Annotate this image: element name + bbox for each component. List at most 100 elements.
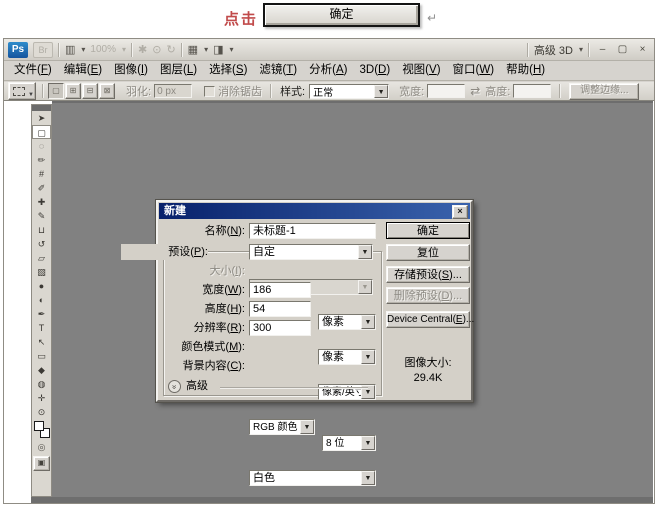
workspace-switcher[interactable]: 高级 3D [534,42,573,58]
resolution-label: 分辨率(R): [158,320,245,336]
background-contents-label: 背景内容(C): [158,358,245,374]
history-brush-tool[interactable]: ↺ [32,237,51,251]
divider [181,43,183,57]
rectangular-marquee-tool[interactable]: ▢ [32,125,51,139]
width-field[interactable] [427,84,465,98]
move-tool[interactable]: ➤ [32,111,51,125]
screen-mode-button[interactable]: ▣ [33,456,50,471]
blur-tool[interactable]: ● [32,279,51,293]
dialog-title-bar: 新建 [159,203,470,219]
menu-view[interactable]: 视图(V) [396,61,446,80]
eyedropper-tool[interactable]: ✐ [32,181,51,195]
quick-selection-tool[interactable]: ✏ [32,153,51,167]
tool-preset-picker[interactable]: ▼ [8,82,36,100]
shape-tool[interactable]: ▭ [32,349,51,363]
quick-mask-button[interactable]: ◎ [32,441,51,454]
chevron-down-icon[interactable]: ▼ [361,350,375,364]
divider [58,43,60,57]
dialog-close-button[interactable]: × [452,205,468,219]
arrange-documents-icon[interactable]: ▦ [188,42,198,58]
window-bottom-edge [31,497,653,503]
advanced-toggle-button[interactable]: » [168,380,181,393]
style-dropdown[interactable]: 正常 ▼ [309,84,389,99]
advanced-label: 高级 [186,379,208,394]
bit-depth-dropdown[interactable]: 8 位▼ [322,435,376,451]
type-tool[interactable]: T [32,321,51,335]
chevron-down-icon[interactable]: ▼ [300,420,314,434]
name-input[interactable]: 未标题-1 [249,223,376,239]
width-label: 宽度: [399,83,424,99]
chevron-down-icon[interactable]: ▼ [361,315,375,329]
height-input[interactable]: 54 [249,301,311,317]
resolution-input[interactable]: 300 [249,320,311,336]
healing-brush-tool[interactable]: ✚ [32,195,51,209]
tool-palette: ➤▢◌✏#✐✚✎⊔↺▱▧●◐✒T↖▭◆◍✛⊙ ◎ ▣ [31,104,52,497]
menu-image[interactable]: 图像(I) [108,61,154,80]
divider [559,84,561,98]
divider [527,43,529,57]
menu-layer[interactable]: 图层(L) [154,61,203,80]
menu-bar: 文件(F)编辑(E)图像(I)图层(L)选择(S)滤镜(T)分析(A)3D(D)… [4,61,654,81]
3d-rotate-tool[interactable]: ◆ [32,363,51,377]
3d-orbit-tool[interactable]: ◍ [32,377,51,391]
menu-help[interactable]: 帮助(H) [500,61,551,80]
gradient-tool[interactable]: ▧ [32,265,51,279]
foreground-color-swatch[interactable] [34,421,44,431]
subtract-selection-button[interactable]: ⊟ [82,83,98,99]
menu-3d[interactable]: 3D(D) [354,61,397,80]
width-unit-dropdown[interactable]: 像素▼ [318,314,376,330]
device-central-button[interactable]: Device Central(E)... [386,311,470,328]
reset-button[interactable]: 复位 [386,244,470,261]
menu-window[interactable]: 窗口(W) [447,61,501,80]
height-field[interactable] [513,84,551,98]
menu-edit[interactable]: 编辑(E) [58,61,108,80]
pen-tool[interactable]: ✒ [32,307,51,321]
intersect-selection-button[interactable]: ⊠ [99,83,115,99]
photoshop-logo: Ps [8,42,28,58]
menu-analysis[interactable]: 分析(A) [303,61,353,80]
zoom-tool[interactable]: ⊙ [32,405,51,419]
rotate-view-icon: ↻ [166,42,175,58]
feather-label: 羽化: [126,83,151,99]
save-preset-button[interactable]: 存储预设(S)... [386,266,470,283]
menu-file[interactable]: 文件(F) [8,61,58,80]
antialias-label: 消除锯齿 [218,83,262,99]
new-document-dialog: 新建 × 名称(N): 未标题-1 预设(P): 自定▼ 大小(I): ▼ 宽度… [156,200,473,402]
bridge-button[interactable]: Br [33,42,53,58]
view-extras-icon[interactable]: ▥ [65,42,75,58]
brush-tool[interactable]: ✎ [32,209,51,223]
crop-tool[interactable]: # [32,167,51,181]
menu-filter[interactable]: 滤镜(T) [253,61,303,80]
path-selection-tool[interactable]: ↖ [32,335,51,349]
chevron-down-icon[interactable]: ▼ [361,436,375,450]
color-mode-label: 颜色模式(M): [158,339,245,355]
chevron-down-icon[interactable]: ▼ [361,471,375,485]
feather-field: 0 px [154,84,192,98]
chevron-down-icon[interactable]: ▼ [374,85,388,98]
screen-mode-icon[interactable]: ◨ [213,42,223,58]
new-selection-button[interactable]: ▢ [48,83,64,99]
height-unit-dropdown[interactable]: 像素▼ [318,349,376,365]
restore-button[interactable]: ▢ [615,42,630,58]
lasso-tool[interactable]: ◌ [32,139,51,153]
eraser-tool[interactable]: ▱ [32,251,51,265]
color-mode-dropdown[interactable]: RGB 颜色▼ [249,419,315,435]
chevron-down-icon: ▾ [230,45,234,54]
dodge-tool[interactable]: ◐ [32,293,51,307]
chevron-down-icon[interactable]: ▼ [358,245,372,259]
chevron-down-icon: ▼ [358,280,372,294]
photoshop-window: Ps Br ▥ ▾ 100% ▾ ✱ ⊙ ↻ ▦ ▾ ◨ ▾ 高级 3D ▾ –… [3,38,655,504]
background-contents-dropdown[interactable]: 白色▼ [249,470,376,486]
width-input[interactable]: 186 [249,282,311,298]
add-selection-button[interactable]: ⊞ [65,83,81,99]
ok-button[interactable]: 确定 [386,222,470,239]
page: 点击 确定 ↵ Ps Br ▥ ▾ 100% ▾ ✱ ⊙ ↻ ▦ ▾ ◨ ▾ 高… [0,0,657,506]
color-swatches[interactable] [32,419,51,441]
menu-select[interactable]: 选择(S) [203,61,253,80]
hand-tool[interactable]: ✛ [32,391,51,405]
preset-dropdown[interactable]: 自定▼ [249,244,373,260]
chevron-down-icon: ▼ [28,92,34,98]
minimize-button[interactable]: – [595,42,610,58]
clone-stamp-tool[interactable]: ⊔ [32,223,51,237]
close-button[interactable]: × [635,42,650,58]
